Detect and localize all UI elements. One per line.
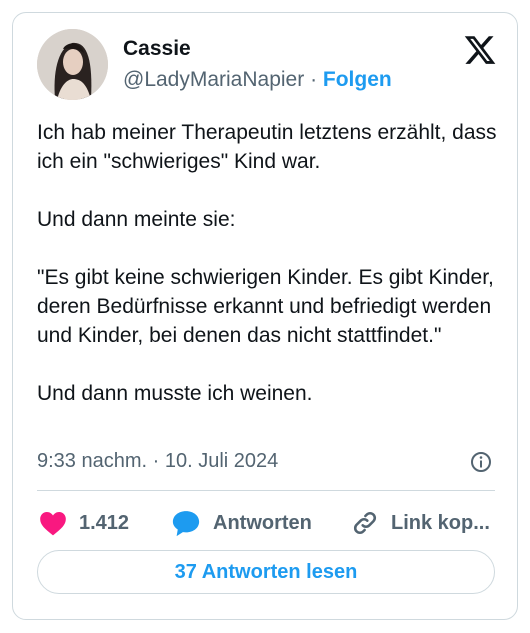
like-button[interactable]: 1.412 — [39, 507, 129, 539]
copy-link-button[interactable]: Link kop... — [351, 507, 490, 539]
heart-icon — [40, 512, 66, 536]
speech-bubble-icon — [172, 511, 200, 537]
tweet-text: Ich hab meiner Therapeutin letztens erzä… — [37, 118, 502, 408]
read-replies-button[interactable]: 37 Antworten lesen — [37, 550, 495, 594]
meta-separator: · — [304, 68, 323, 91]
tweet-paragraph: "Es gibt keine schwierigen Kinder. Es gi… — [37, 266, 494, 347]
link-icon — [353, 511, 377, 535]
tweet-paragraph: Ich hab meiner Therapeutin letztens erzä… — [37, 121, 497, 173]
copy-link-label: Link kop... — [391, 511, 490, 534]
avatar[interactable] — [37, 29, 108, 100]
follow-button[interactable]: Folgen — [323, 68, 392, 91]
reply-button[interactable]: Antworten — [171, 507, 312, 539]
author-handle[interactable]: @LadyMariaNapier — [123, 68, 304, 91]
like-count: 1.412 — [79, 511, 130, 534]
tweet-timestamp[interactable]: 9:33 nachm. · 10. Juli 2024 — [37, 450, 278, 473]
tweet-card: Cassie @LadyMariaNapier · Folgen Ich hab… — [12, 12, 518, 620]
tweet-paragraph: Und dann meinte sie: — [37, 208, 236, 231]
info-icon[interactable] — [469, 450, 493, 474]
author-meta: @LadyMariaNapier · Folgen — [123, 68, 392, 92]
divider — [37, 490, 495, 491]
author-name[interactable]: Cassie — [123, 37, 191, 61]
avatar-image — [37, 29, 108, 100]
tweet-paragraph: Und dann musste ich weinen. — [37, 382, 313, 405]
x-logo-icon[interactable] — [463, 33, 497, 67]
reply-label: Antworten — [213, 511, 312, 534]
